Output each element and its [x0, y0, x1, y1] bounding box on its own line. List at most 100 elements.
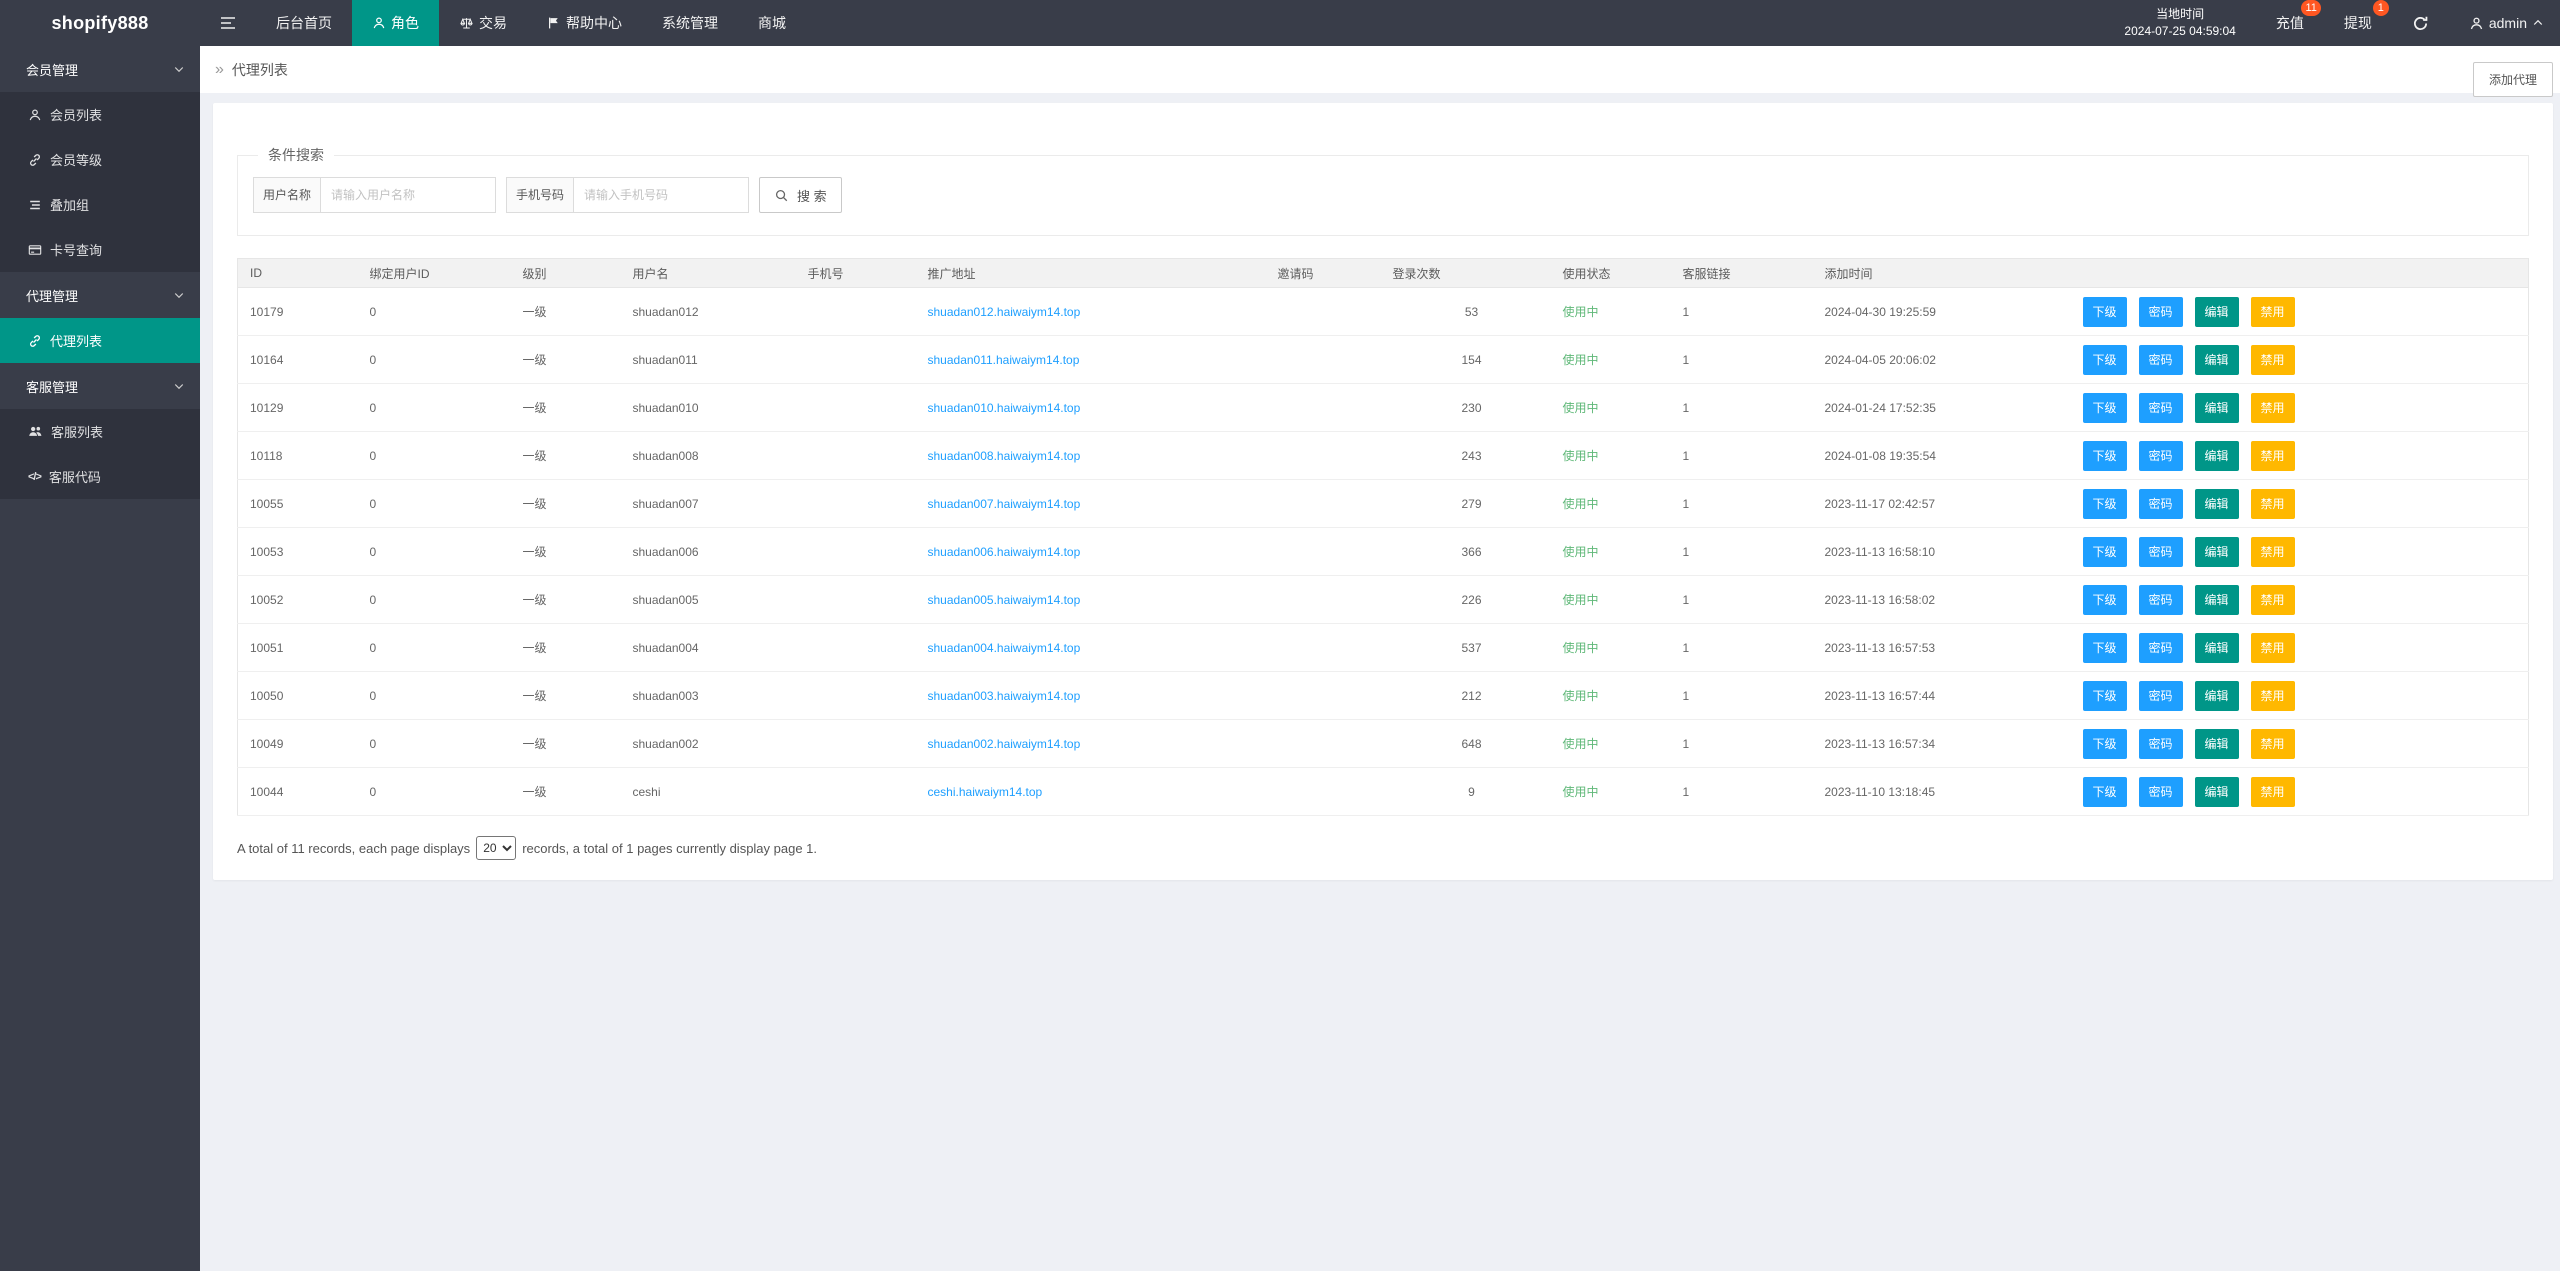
- search-button[interactable]: 搜 索: [759, 177, 842, 213]
- password-button[interactable]: 密码: [2139, 777, 2183, 807]
- edit-button[interactable]: 编辑: [2195, 297, 2239, 327]
- user-menu[interactable]: admin: [2469, 15, 2544, 31]
- sidebar-item-service-list[interactable]: 客服列表: [0, 409, 200, 454]
- add-agent-button[interactable]: 添加代理: [2473, 62, 2553, 97]
- sub-agent-button[interactable]: 下级: [2083, 537, 2127, 567]
- edit-button[interactable]: 编辑: [2195, 729, 2239, 759]
- cell-bind-user-id: 0: [358, 624, 511, 672]
- edit-button[interactable]: 编辑: [2195, 681, 2239, 711]
- sidebar-group-service-management[interactable]: 客服管理: [0, 363, 200, 409]
- disable-button[interactable]: 禁用: [2251, 345, 2295, 375]
- nav-item-mall[interactable]: 商城: [738, 0, 806, 46]
- promo-link[interactable]: ceshi.haiwaiym14.top: [928, 785, 1043, 799]
- sidebar-item-card-query[interactable]: 卡号查询: [0, 227, 200, 272]
- password-button[interactable]: 密码: [2139, 441, 2183, 471]
- disable-button[interactable]: 禁用: [2251, 681, 2295, 711]
- edit-button[interactable]: 编辑: [2195, 441, 2239, 471]
- refresh-button[interactable]: [2412, 15, 2429, 32]
- phone-input[interactable]: [573, 177, 749, 213]
- nav-item-system-management[interactable]: 系统管理: [642, 0, 738, 46]
- status-badge: 使用中: [1563, 785, 1599, 799]
- password-button[interactable]: 密码: [2139, 537, 2183, 567]
- sub-agent-button[interactable]: 下级: [2083, 297, 2127, 327]
- disable-button[interactable]: 禁用: [2251, 729, 2295, 759]
- disable-button[interactable]: 禁用: [2251, 297, 2295, 327]
- edit-button[interactable]: 编辑: [2195, 393, 2239, 423]
- cell-service-link: 1: [1671, 720, 1813, 768]
- menu-toggle-button[interactable]: [200, 0, 256, 46]
- promo-link[interactable]: shuadan003.haiwaiym14.top: [928, 689, 1081, 703]
- sidebar-item-member-level[interactable]: 会员等级: [0, 137, 200, 182]
- password-button[interactable]: 密码: [2139, 393, 2183, 423]
- promo-link[interactable]: shuadan004.haiwaiym14.top: [928, 641, 1081, 655]
- withdraw-badge: 1: [2373, 0, 2389, 16]
- promo-link[interactable]: shuadan006.haiwaiym14.top: [928, 545, 1081, 559]
- sidebar-item-label: 会员等级: [50, 150, 102, 169]
- disable-button[interactable]: 禁用: [2251, 633, 2295, 663]
- password-button[interactable]: 密码: [2139, 297, 2183, 327]
- promo-link[interactable]: shuadan005.haiwaiym14.top: [928, 593, 1081, 607]
- disable-button[interactable]: 禁用: [2251, 489, 2295, 519]
- recharge-button[interactable]: 充值 11: [2276, 13, 2304, 33]
- cell-level: 一级: [511, 624, 621, 672]
- nav-item-roles[interactable]: 角色: [352, 0, 439, 46]
- sidebar-group-member-management[interactable]: 会员管理: [0, 46, 200, 92]
- table-head-row: ID绑定用户ID级别用户名手机号推广地址邀请码登录次数使用状态客服链接添加时间: [238, 259, 2529, 288]
- promo-link[interactable]: shuadan002.haiwaiym14.top: [928, 737, 1081, 751]
- password-button[interactable]: 密码: [2139, 633, 2183, 663]
- cell-level: 一级: [511, 432, 621, 480]
- sidebar-group-agent-management[interactable]: 代理管理: [0, 272, 200, 318]
- sub-agent-button[interactable]: 下级: [2083, 489, 2127, 519]
- table-row: 101180一级shuadan008shuadan008.haiwaiym14.…: [238, 432, 2529, 480]
- sidebar-item-overlay-group[interactable]: 叠加组: [0, 182, 200, 227]
- password-button[interactable]: 密码: [2139, 729, 2183, 759]
- promo-link[interactable]: shuadan007.haiwaiym14.top: [928, 497, 1081, 511]
- promo-link[interactable]: shuadan012.haiwaiym14.top: [928, 305, 1081, 319]
- edit-button[interactable]: 编辑: [2195, 537, 2239, 567]
- username-input[interactable]: [320, 177, 496, 213]
- sub-agent-button[interactable]: 下级: [2083, 345, 2127, 375]
- sub-agent-button[interactable]: 下级: [2083, 729, 2127, 759]
- sidebar-item-member-list[interactable]: 会员列表: [0, 92, 200, 137]
- sub-agent-button[interactable]: 下级: [2083, 633, 2127, 663]
- promo-link[interactable]: shuadan008.haiwaiym14.top: [928, 449, 1081, 463]
- nav-item-help-center[interactable]: 帮助中心: [527, 0, 642, 46]
- disable-button[interactable]: 禁用: [2251, 393, 2295, 423]
- password-button[interactable]: 密码: [2139, 345, 2183, 375]
- cell-promo-url: shuadan004.haiwaiym14.top: [916, 624, 1266, 672]
- password-button[interactable]: 密码: [2139, 585, 2183, 615]
- withdraw-button[interactable]: 提现 1: [2344, 13, 2372, 33]
- sub-agent-button[interactable]: 下级: [2083, 441, 2127, 471]
- content-card: 条件搜索 用户名称 手机号码 搜 索 ID绑定用户ID级别用户名手机号推广地址邀…: [213, 103, 2553, 880]
- disable-button[interactable]: 禁用: [2251, 441, 2295, 471]
- sidebar-item-service-code[interactable]: </>客服代码: [0, 454, 200, 499]
- disable-button[interactable]: 禁用: [2251, 585, 2295, 615]
- disable-button[interactable]: 禁用: [2251, 777, 2295, 807]
- sub-agent-button[interactable]: 下级: [2083, 393, 2127, 423]
- nav-item-dashboard[interactable]: 后台首页: [256, 0, 352, 46]
- page-size-select[interactable]: 20: [476, 836, 516, 860]
- password-button[interactable]: 密码: [2139, 681, 2183, 711]
- sub-agent-button[interactable]: 下级: [2083, 681, 2127, 711]
- sub-agent-button[interactable]: 下级: [2083, 585, 2127, 615]
- column-header: 手机号: [796, 259, 916, 288]
- table-body: 101790一级shuadan012shuadan012.haiwaiym14.…: [238, 288, 2529, 816]
- promo-link[interactable]: shuadan011.haiwaiym14.top: [928, 353, 1080, 367]
- edit-button[interactable]: 编辑: [2195, 345, 2239, 375]
- edit-button[interactable]: 编辑: [2195, 489, 2239, 519]
- breadcrumb: 代理列表: [232, 60, 288, 80]
- table-row: 101790一级shuadan012shuadan012.haiwaiym14.…: [238, 288, 2529, 336]
- sidebar-item-agent-list[interactable]: 代理列表: [0, 318, 200, 363]
- edit-button[interactable]: 编辑: [2195, 777, 2239, 807]
- promo-link[interactable]: shuadan010.haiwaiym14.top: [928, 401, 1081, 415]
- disable-button[interactable]: 禁用: [2251, 537, 2295, 567]
- edit-button[interactable]: 编辑: [2195, 633, 2239, 663]
- edit-button[interactable]: 编辑: [2195, 585, 2239, 615]
- cell-invite-code: [1266, 720, 1381, 768]
- cell-id: 10051: [238, 624, 358, 672]
- nav-item-trade[interactable]: 交易: [439, 0, 527, 46]
- cell-invite-code: [1266, 288, 1381, 336]
- sub-agent-button[interactable]: 下级: [2083, 777, 2127, 807]
- cell-status: 使用中: [1551, 768, 1671, 816]
- password-button[interactable]: 密码: [2139, 489, 2183, 519]
